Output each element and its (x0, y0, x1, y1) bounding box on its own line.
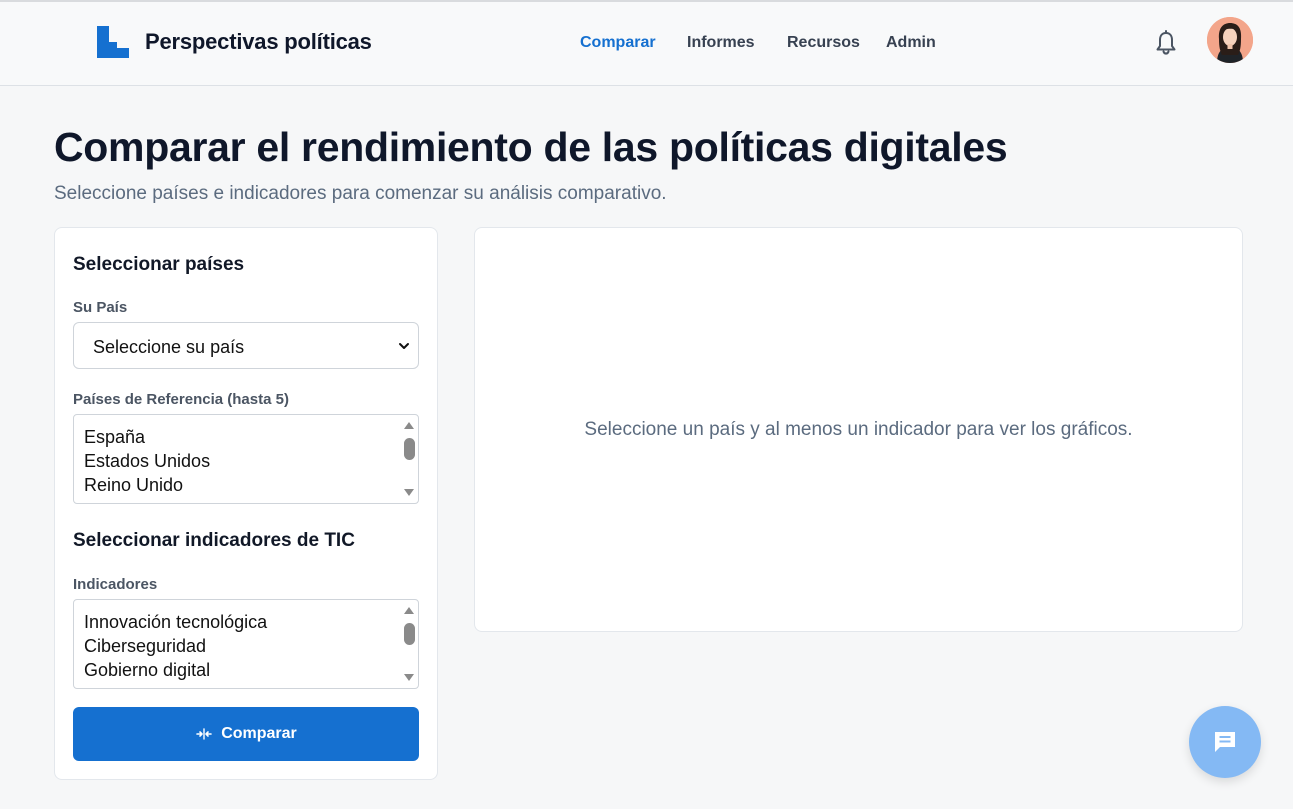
compare-button-label: Comparar (221, 725, 297, 742)
nav-item-recursos[interactable]: Recursos (787, 34, 860, 52)
reference-countries-scrollbar[interactable] (400, 415, 418, 503)
scroll-thumb[interactable] (404, 438, 415, 460)
indicators-listbox[interactable]: Innovación tecnológica Ciberseguridad Go… (73, 599, 419, 689)
your-country-label: Su País (73, 299, 128, 316)
nav-item-admin[interactable]: Admin (886, 34, 936, 52)
scroll-up-arrow-icon[interactable] (403, 420, 415, 430)
scroll-up-arrow-icon[interactable] (403, 605, 415, 615)
chevron-down-icon (399, 343, 409, 349)
scroll-down-arrow-icon[interactable] (403, 488, 415, 498)
nav-item-informes[interactable]: Informes (687, 34, 755, 52)
scroll-thumb[interactable] (404, 623, 415, 645)
indicators-scrollbar[interactable] (400, 600, 418, 688)
country-option-estados-unidos[interactable]: Estados Unidos (84, 449, 394, 473)
main-nav: Comparar Informes Recursos Admin (0, 34, 1293, 54)
reference-countries-options: España Estados Unidos Reino Unido (84, 425, 394, 497)
chart-panel: Seleccione un país y al menos un indicad… (474, 227, 1243, 632)
chat-button[interactable] (1189, 706, 1261, 778)
your-country-select[interactable]: Seleccione su país (73, 322, 419, 369)
indicators-section-title: Seleccionar indicadores de TIC (73, 530, 355, 551)
countries-section-title: Seleccionar países (73, 254, 245, 275)
avatar-portrait-icon (1207, 17, 1253, 63)
top-navbar: Perspectivas políticas Comparar Informes… (0, 0, 1293, 86)
indicator-option-ciberseguridad[interactable]: Ciberseguridad (84, 634, 394, 658)
indicators-label: Indicadores (73, 576, 158, 593)
empty-state-message: Seleccione un país y al menos un indicad… (584, 419, 1133, 440)
indicator-option-innovacion[interactable]: Innovación tecnológica (84, 610, 394, 634)
compare-button[interactable]: Comparar (73, 707, 419, 761)
page-title: Comparar el rendimiento de las políticas… (54, 124, 1008, 170)
selection-panel: Seleccionar países Su País Seleccione su… (54, 227, 438, 780)
user-avatar[interactable] (1207, 17, 1253, 63)
bell-icon[interactable] (1154, 30, 1178, 56)
reference-countries-listbox[interactable]: España Estados Unidos Reino Unido (73, 414, 419, 504)
your-country-value: Seleccione su país (93, 337, 245, 357)
country-option-espana[interactable]: España (84, 425, 394, 449)
reference-countries-label: Países de Referencia (hasta 5) (73, 391, 289, 408)
compare-arrows-icon (196, 728, 213, 740)
country-option-reino-unido[interactable]: Reino Unido (84, 473, 394, 497)
indicator-option-gobierno-digital[interactable]: Gobierno digital (84, 658, 394, 682)
page-subtitle: Seleccione países e indicadores para com… (54, 183, 667, 204)
chat-icon (1215, 732, 1235, 752)
nav-item-comparar[interactable]: Comparar (580, 34, 656, 52)
scroll-down-arrow-icon[interactable] (403, 673, 415, 683)
indicators-options: Innovación tecnológica Ciberseguridad Go… (84, 610, 394, 682)
